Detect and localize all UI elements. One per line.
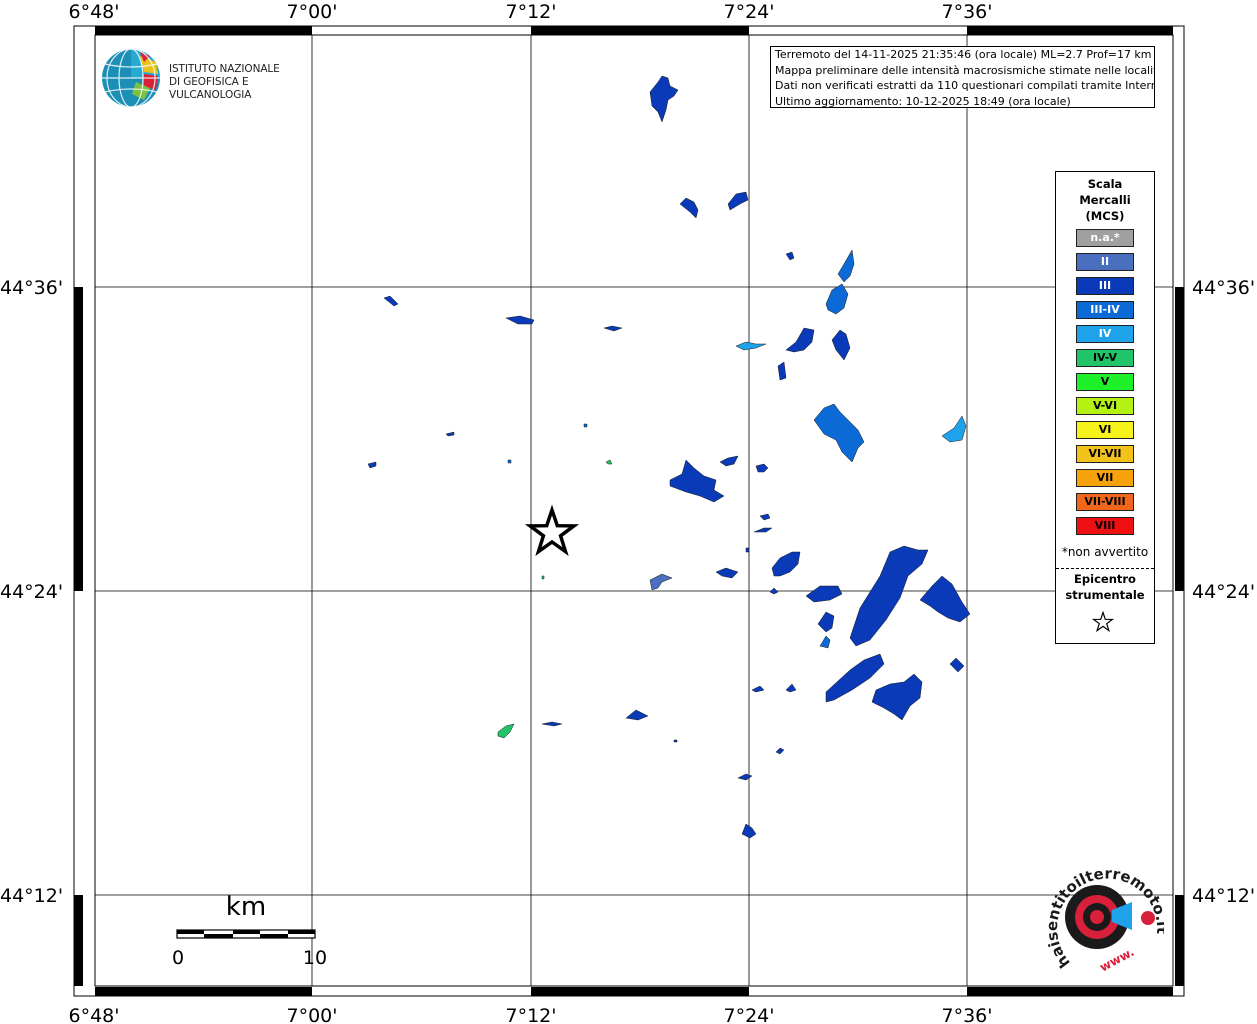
map-inner-frame <box>94 34 1174 987</box>
lat-tick-label: 44°36' <box>0 277 63 299</box>
legend-item-vii-viii: VII-VIII <box>1076 493 1134 511</box>
frame-scale-bottom <box>95 987 1173 996</box>
event-info-line: Terremoto del 14-11-2025 21:35:46 (ora l… <box>775 48 1152 61</box>
lat-tick-label: 44°24' <box>0 581 63 603</box>
ingv-name-line1: ISTITUTO NAZIONALE <box>169 63 280 75</box>
legend-item-v-vi: V-VI <box>1076 397 1134 415</box>
lat-tick-label: 44°12' <box>1192 885 1255 907</box>
legend-title-line: (MCS) <box>1085 209 1125 223</box>
lon-tick-label: 7°00' <box>287 1 338 23</box>
legend-item-iv-v: IV-V <box>1076 349 1134 367</box>
legend-epicenter-line: Epicentro <box>1074 572 1136 586</box>
lon-ticks-top: 6°48' 7°00' 7°12' 7°24' 7°36' <box>69 1 993 23</box>
ingv-logo: ISTITUTO NAZIONALE DI GEOFISICA E VULCAN… <box>100 46 320 110</box>
ingv-name: ISTITUTO NAZIONALE DI GEOFISICA E VULCAN… <box>169 63 320 102</box>
lat-tick-label: 44°12' <box>0 885 63 907</box>
lon-tick-label: 7°24' <box>724 1005 775 1024</box>
legend-star-icon <box>1092 611 1114 633</box>
lon-tick-label: 7°12' <box>506 1 557 23</box>
lon-ticks-bottom: 6°48' 7°00' 7°12' 7°24' 7°36' <box>69 1005 993 1024</box>
legend-item-viii: VIII <box>1076 517 1134 535</box>
ingv-name-line2: DI GEOFISICA E VULCANOLOGIA <box>169 76 252 101</box>
legend-item-iv: IV <box>1076 325 1134 343</box>
lon-tick-label: 7°36' <box>942 1005 993 1024</box>
legend-item-ii: II <box>1076 253 1134 271</box>
legend-item-vi-vii: VI-VII <box>1076 445 1134 463</box>
legend-item-v: V <box>1076 373 1134 391</box>
hsit-logo-graphic: haisentitoilterremoto.it www. <box>1043 864 1171 975</box>
legend-epicenter-line: strumentale <box>1065 588 1145 602</box>
lon-tick-label: 7°12' <box>506 1005 557 1024</box>
legend-item-vi: VI <box>1076 421 1134 439</box>
lon-tick-label: 6°48' <box>69 1 120 23</box>
mcs-legend: Scala Mercalli (MCS) n.a.* II III III-IV IV I… <box>1055 171 1155 644</box>
legend-item-vii: VII <box>1076 469 1134 487</box>
lon-tick-label: 6°48' <box>69 1005 120 1024</box>
legend-item-iii: III <box>1076 277 1134 295</box>
lon-tick-label: 7°36' <box>942 1 993 23</box>
scale-bar-start: 0 <box>172 947 184 969</box>
event-info-line: Ultimo aggiornamento: 10-12-2025 18:49 (… <box>775 94 1071 108</box>
lon-tick-label: 7°00' <box>287 1005 338 1024</box>
legend-title-line: Scala <box>1087 177 1123 191</box>
event-info-line: Dati non verificati estratti da 110 ques… <box>775 79 1155 92</box>
legend-item-iii-iv: III-IV <box>1076 301 1134 319</box>
legend-title-line: Mercalli <box>1079 193 1131 207</box>
lat-ticks-right: 44°36' 44°24' 44°12' <box>1192 277 1255 907</box>
scale-bar-unit: km <box>226 892 266 922</box>
legend-divider <box>1056 568 1154 569</box>
hsit-logo: haisentitoilterremoto.it www. <box>1034 862 1171 980</box>
lon-tick-label: 7°24' <box>724 1 775 23</box>
event-info-box: Terremoto del 14-11-2025 21:35:46 (ora l… <box>770 46 1155 108</box>
frame-scale-top <box>95 26 1173 35</box>
legend-note: *non avvertito <box>1061 545 1149 559</box>
legend-item-n-a: n.a.* <box>1076 229 1134 247</box>
lat-ticks-left: 44°36' 44°24' 44°12' <box>0 277 63 907</box>
lat-tick-label: 44°36' <box>1192 277 1255 299</box>
hsit-logo-prefix: www. <box>1097 945 1136 975</box>
lat-tick-label: 44°24' <box>1192 581 1255 603</box>
event-info-line: Mappa preliminare delle intensità macros… <box>775 63 1155 77</box>
scale-bar-end: 10 <box>303 947 327 969</box>
globe-icon <box>102 48 160 108</box>
